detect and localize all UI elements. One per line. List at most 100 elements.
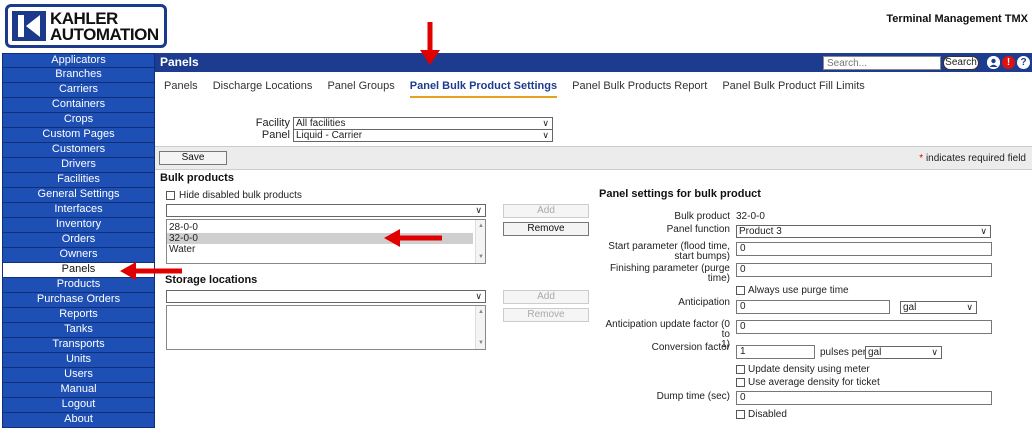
save-button[interactable]: Save: [159, 151, 227, 165]
sidebar-item-interfaces[interactable]: Interfaces: [2, 203, 155, 218]
sidebar-item-owners[interactable]: Owners: [2, 248, 155, 263]
pulses-unit-select[interactable]: gal: [865, 346, 942, 359]
anticipation-factor-label-line1: Anticipation update factor (0 to: [605, 319, 730, 340]
sidebar-item-inventory[interactable]: Inventory: [2, 218, 155, 233]
sidebar-item-customers[interactable]: Customers: [2, 143, 155, 158]
sidebar-item-transports[interactable]: Transports: [2, 338, 155, 353]
panel-function-label: Panel function: [666, 224, 730, 235]
finishing-parameter-input[interactable]: 0: [736, 263, 992, 277]
always-purge-checkbox[interactable]: [736, 286, 745, 295]
update-density-label: Update density using meter: [748, 364, 870, 375]
tab-bar: Panels Discharge Locations Panel Groups …: [164, 80, 877, 98]
anticipation-input[interactable]: 0: [736, 300, 890, 314]
search-button[interactable]: Search: [943, 56, 979, 70]
sidebar-item-branches[interactable]: Branches: [2, 68, 155, 83]
panel-settings-title: Panel settings for bulk product: [599, 188, 761, 200]
storage-locations-list[interactable]: ▲ ▼: [166, 305, 486, 350]
form-toolbar: Save * indicates required field: [155, 146, 1032, 170]
conversion-factor-label: Conversion factor: [651, 342, 730, 353]
disabled-checkbox[interactable]: [736, 410, 745, 419]
required-note-text: indicates required field: [925, 153, 1026, 164]
panel-label: Panel: [261, 129, 290, 141]
page-header-bar: Panels Search ! ?: [155, 53, 1032, 72]
start-parameter-label: Start parameter (flood time, start bumps…: [596, 242, 730, 262]
finishing-parameter-label: Finishing parameter (purge time): [596, 264, 730, 284]
tab-panel-groups[interactable]: Panel Groups: [327, 80, 394, 96]
sidebar-item-tanks[interactable]: Tanks: [2, 323, 155, 338]
panel-select-value: Liquid - Carrier: [296, 130, 363, 141]
sidebar-nav: Applicators Branches Carriers Containers…: [2, 53, 155, 428]
average-density-label: Use average density for ticket: [748, 377, 880, 388]
sidebar-item-logout[interactable]: Logout: [2, 398, 155, 413]
search-input[interactable]: [823, 56, 941, 70]
sidebar-item-drivers[interactable]: Drivers: [2, 158, 155, 173]
conversion-factor-input[interactable]: 1: [736, 345, 815, 359]
sidebar-item-facilities[interactable]: Facilities: [2, 173, 155, 188]
storage-remove-button[interactable]: Remove: [503, 308, 589, 322]
sidebar-item-custom-pages[interactable]: Custom Pages: [2, 128, 155, 143]
pulses-per-label: pulses per: [820, 347, 867, 358]
start-parameter-label-line2: start bumps): [674, 251, 730, 262]
bulk-products-title: Bulk products: [160, 172, 234, 184]
annotation-arrow-left-sidebar-icon: [120, 262, 182, 280]
bulk-product-add-select[interactable]: [166, 204, 486, 217]
scroll-up-icon[interactable]: ▲: [476, 222, 486, 230]
hide-disabled-label: Hide disabled bulk products: [179, 190, 302, 201]
required-asterisk: *: [919, 153, 924, 164]
sidebar-item-users[interactable]: Users: [2, 368, 155, 383]
scroll-down-icon[interactable]: ▼: [476, 253, 486, 261]
logo-mark-icon: [12, 11, 46, 41]
finishing-parameter-label-line2: time): [707, 273, 730, 284]
bulk-list-scrollbar[interactable]: ▲ ▼: [475, 220, 485, 263]
average-density-checkbox[interactable]: [736, 378, 745, 387]
sidebar-item-orders[interactable]: Orders: [2, 233, 155, 248]
tab-panels[interactable]: Panels: [164, 80, 198, 96]
panel-function-value: Product 3: [739, 226, 782, 237]
dump-time-input[interactable]: 0: [736, 391, 992, 405]
scroll-up-icon[interactable]: ▲: [476, 308, 486, 316]
update-density-checkbox[interactable]: [736, 365, 745, 374]
facility-select-value: All facilities: [296, 118, 346, 129]
logo-line-2: AUTOMATION: [50, 25, 159, 44]
sidebar-item-units[interactable]: Units: [2, 353, 155, 368]
bulk-add-button[interactable]: Add: [503, 204, 589, 218]
anticipation-factor-input[interactable]: 0: [736, 320, 992, 334]
user-icon[interactable]: [987, 56, 1000, 69]
bulk-product-label: Bulk product: [674, 211, 730, 222]
start-parameter-input[interactable]: 0: [736, 242, 992, 256]
anticipation-unit-select[interactable]: gal: [900, 301, 977, 314]
hide-disabled-checkbox[interactable]: [166, 191, 175, 200]
pulses-unit-value: gal: [868, 347, 882, 358]
sidebar-item-manual[interactable]: Manual: [2, 383, 155, 398]
sidebar-item-about[interactable]: About: [2, 413, 155, 428]
facility-label: Facility: [255, 117, 290, 129]
dump-time-label: Dump time (sec): [656, 391, 730, 402]
anticipation-label: Anticipation: [678, 297, 730, 308]
scroll-down-icon[interactable]: ▼: [476, 339, 486, 347]
sidebar-item-applicators[interactable]: Applicators: [2, 53, 155, 68]
help-icon[interactable]: ?: [1017, 56, 1030, 69]
alert-icon[interactable]: !: [1002, 56, 1015, 69]
tab-panel-bulk-products-report[interactable]: Panel Bulk Products Report: [572, 80, 707, 96]
storage-location-add-select[interactable]: [166, 290, 486, 303]
tab-panel-bulk-product-settings[interactable]: Panel Bulk Product Settings: [409, 80, 558, 98]
storage-list-scrollbar[interactable]: ▲ ▼: [475, 306, 485, 349]
sidebar-item-purchase-orders[interactable]: Purchase Orders: [2, 293, 155, 308]
annotation-arrow-left-icon: [384, 229, 442, 247]
sidebar-item-reports[interactable]: Reports: [2, 308, 155, 323]
always-purge-label: Always use purge time: [748, 285, 849, 296]
user-icon-glyph: [987, 56, 1000, 69]
sidebar-item-products[interactable]: Products: [2, 278, 155, 293]
sidebar-item-general-settings[interactable]: General Settings: [2, 188, 155, 203]
sidebar-item-carriers[interactable]: Carriers: [2, 83, 155, 98]
storage-add-button[interactable]: Add: [503, 290, 589, 304]
tab-panel-bulk-product-fill-limits[interactable]: Panel Bulk Product Fill Limits: [722, 80, 864, 96]
bulk-remove-button[interactable]: Remove: [503, 222, 589, 236]
sidebar-item-crops[interactable]: Crops: [2, 113, 155, 128]
bulk-product-value: 32-0-0: [736, 211, 765, 222]
panel-function-select[interactable]: Product 3: [736, 225, 991, 238]
tab-discharge-locations[interactable]: Discharge Locations: [213, 80, 313, 96]
panel-select[interactable]: Liquid - Carrier: [293, 129, 553, 142]
disabled-label: Disabled: [748, 409, 787, 420]
sidebar-item-containers[interactable]: Containers: [2, 98, 155, 113]
